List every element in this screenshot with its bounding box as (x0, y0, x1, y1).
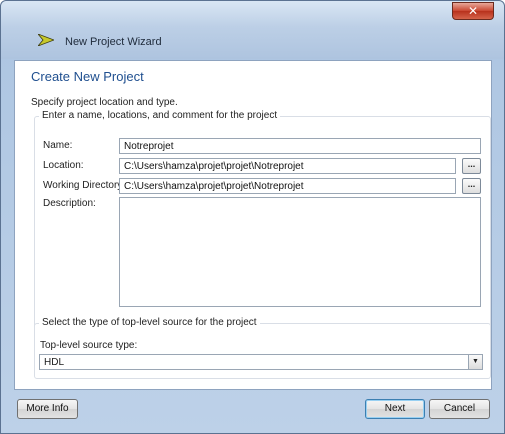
dropdown-arrow-icon[interactable]: ▼ (468, 355, 482, 369)
location-label: Location: (43, 160, 84, 171)
page-subtitle: Specify project location and type. (31, 97, 178, 108)
source-type-group-title: Select the type of top-level source for … (39, 317, 260, 328)
browse-working-directory-button[interactable]: ... (462, 178, 481, 194)
next-button[interactable]: Next (365, 399, 425, 419)
source-type-group: Select the type of top-level source for … (34, 317, 491, 379)
description-textarea[interactable] (119, 197, 481, 307)
description-label: Description: (43, 198, 96, 209)
source-type-select[interactable]: HDL ▼ (39, 354, 483, 370)
project-name-input[interactable]: Notreprojet (119, 138, 481, 154)
browse-location-button[interactable]: ... (462, 158, 481, 174)
working-directory-input[interactable]: C:\Users\hamza\projet\projet\Notreprojet (119, 178, 456, 194)
more-info-button[interactable]: More Info (17, 399, 78, 419)
project-details-group-title: Enter a name, locations, and comment for… (39, 110, 281, 121)
cancel-button[interactable]: Cancel (429, 399, 490, 419)
source-type-label: Top-level source type: (40, 340, 138, 351)
location-input[interactable]: C:\Users\hamza\projet\projet\Notreprojet (119, 158, 456, 174)
working-directory-label: Working Directory: (43, 180, 126, 191)
wizard-page: Create New Project Specify project locat… (14, 60, 492, 390)
title-bar[interactable]: New Project Wizard ✕ (1, 1, 504, 59)
page-title: Create New Project (31, 69, 144, 84)
name-label: Name: (43, 140, 73, 151)
source-type-value: HDL (44, 357, 65, 368)
close-icon: ✕ (467, 4, 479, 18)
close-window-button[interactable]: ✕ (452, 2, 494, 20)
ise-logo-icon (38, 34, 54, 46)
window-title: New Project Wizard (65, 36, 162, 48)
wizard-window: New Project Wizard ✕ Create New Project … (0, 0, 505, 434)
